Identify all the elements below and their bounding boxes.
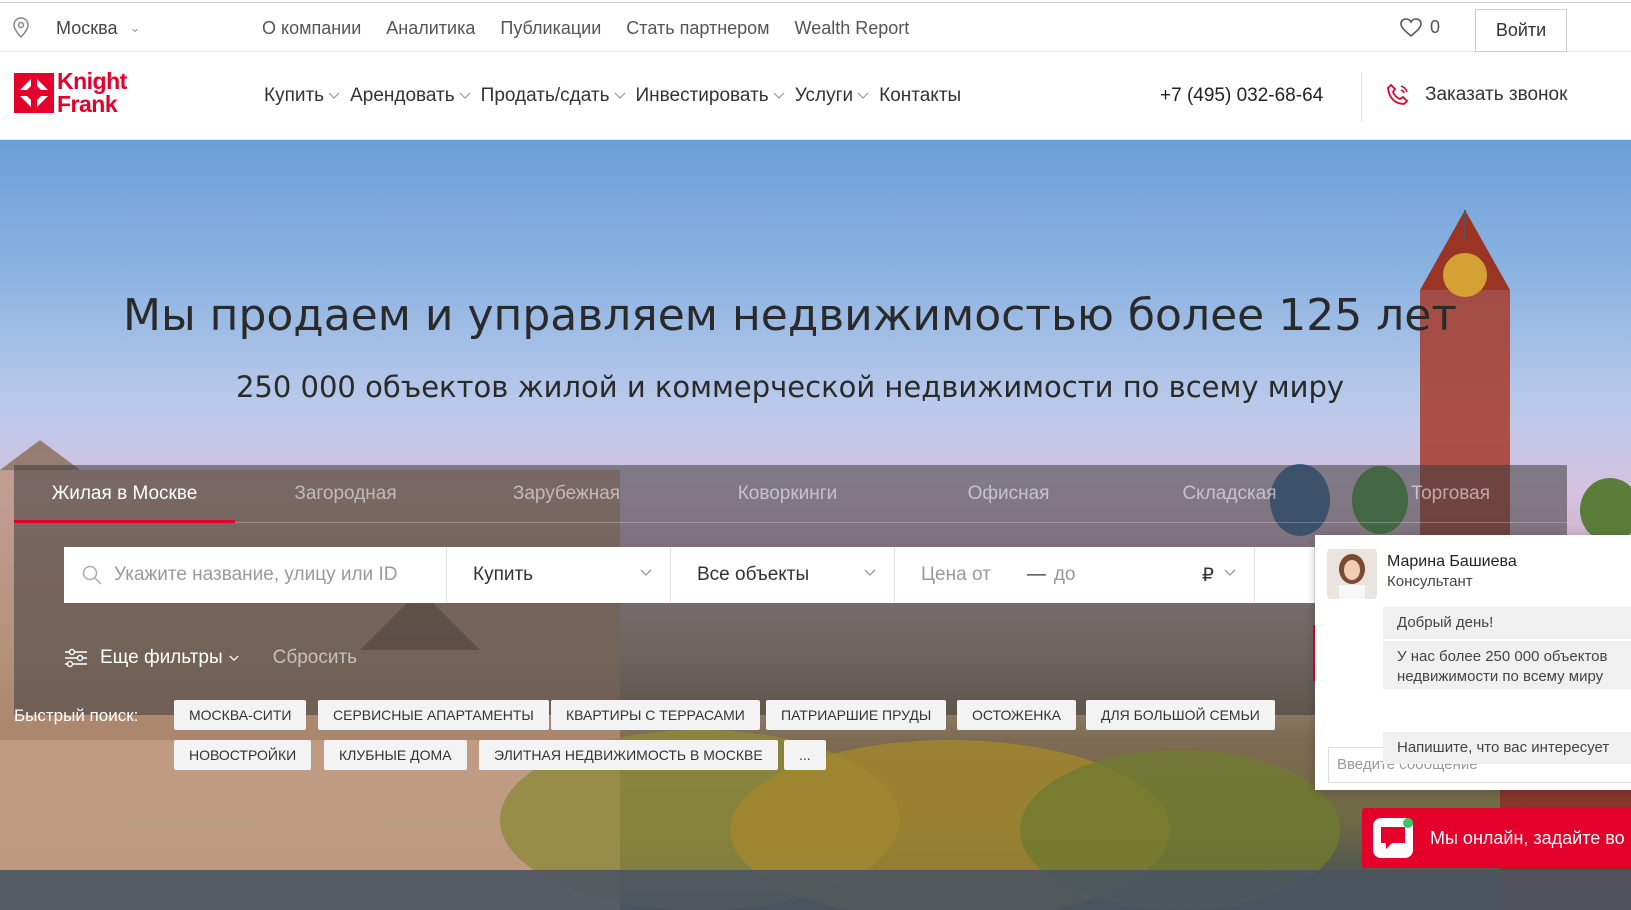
search-icon: [82, 565, 102, 585]
callback-button[interactable]: Заказать звонок: [1385, 82, 1567, 108]
main-header: Knight Frank Купить Арендовать Продать/с…: [0, 52, 1631, 140]
chip-moscow-city[interactable]: Москва-Сити: [174, 700, 307, 730]
nav-label: Арендовать: [350, 85, 455, 106]
tab-residential-moscow[interactable]: Жилая в Москве: [14, 465, 235, 523]
price-range[interactable]: Цена от — до ₽: [895, 547, 1255, 603]
filters-row: Еще фильтры Сбросить: [64, 647, 357, 669]
nav-item-contacts[interactable]: Контакты: [879, 85, 961, 107]
nav-label: Услуги: [794, 85, 854, 106]
tab-coworking[interactable]: Коворкинги: [677, 465, 898, 522]
tab-country[interactable]: Загородная: [235, 465, 456, 522]
logo-line1: Knight: [57, 68, 127, 94]
search-input[interactable]: Укажите название, улицу или ID: [64, 547, 447, 603]
chevron-down-icon: [328, 92, 340, 99]
agent-role: Консультант: [1387, 573, 1473, 590]
link-analytics[interactable]: Аналитика: [386, 18, 475, 39]
chat-online-button[interactable]: Мы онлайн, задайте во: [1362, 808, 1631, 868]
chip-patriarchs[interactable]: Патриаршие пруды: [766, 700, 947, 730]
link-publications[interactable]: Публикации: [500, 18, 601, 39]
price-from-input[interactable]: Цена от: [921, 564, 991, 586]
chevron-down-icon: [864, 569, 876, 576]
chevron-down-icon: [459, 92, 471, 99]
object-type-value: Все объекты: [697, 564, 810, 585]
divider: [1361, 72, 1362, 122]
top-links: О компании Аналитика Публикации Стать па…: [262, 18, 909, 39]
chat-message-hidden: [1383, 675, 1631, 687]
chip-terraces[interactable]: Квартиры с террасами: [551, 700, 760, 730]
currency-select[interactable]: ₽: [1202, 564, 1214, 587]
favorites[interactable]: 0: [1400, 17, 1440, 38]
knight-frank-logo[interactable]: Knight Frank: [14, 70, 127, 116]
search-tabs: Жилая в Москве Загородная Зарубежная Ков…: [14, 465, 1567, 523]
chip-club-houses[interactable]: Клубные дома: [324, 740, 467, 770]
chat-message: Добрый день!: [1383, 607, 1631, 639]
chevron-down-icon: [773, 92, 785, 99]
favorites-count: 0: [1430, 17, 1441, 37]
price-dash: —: [1026, 564, 1046, 585]
deal-type-value: Купить: [473, 564, 534, 585]
tab-warehouse[interactable]: Складская: [1119, 465, 1340, 522]
quick-search-label: Быстрый поиск:: [14, 706, 139, 725]
tab-foreign[interactable]: Зарубежная: [456, 465, 677, 522]
main-nav: Купить Арендовать Продать/сдать Инвестир…: [264, 85, 961, 107]
chat-message: Напишите, что вас интересует: [1383, 732, 1631, 764]
city-label: Москва: [56, 17, 118, 38]
price-to-input[interactable]: до: [1054, 564, 1076, 586]
chevron-down-icon: [614, 92, 625, 99]
chip-ostozhenka[interactable]: Остоженка: [957, 700, 1076, 730]
chevron-down-icon: [229, 655, 239, 661]
tab-office[interactable]: Офисная: [898, 465, 1119, 522]
reset-button[interactable]: Сбросить: [273, 647, 357, 669]
chip-new-buildings[interactable]: Новостройки: [174, 740, 312, 770]
link-about[interactable]: О компании: [262, 18, 361, 39]
nav-item-rent[interactable]: Арендовать: [350, 85, 471, 107]
hero-subtitle: 250 000 объектов жилой и коммерческой не…: [235, 370, 1345, 404]
link-wealth-report[interactable]: Wealth Report: [795, 18, 910, 39]
search-placeholder: Укажите название, улицу или ID: [114, 564, 398, 585]
extra-field[interactable]: [1255, 547, 1315, 603]
chat-bubble-icon: [1372, 817, 1414, 859]
agent-avatar: [1327, 549, 1377, 599]
logo-mark-icon: [14, 73, 54, 113]
chevron-down-icon: [1224, 569, 1236, 576]
nav-label: Продать/сдать: [480, 85, 610, 106]
chip-service-apartments[interactable]: Сервисные апартаменты: [318, 700, 549, 730]
hero-title: Мы продаем и управляем недвижимостью бол…: [122, 290, 1457, 341]
nav-label: Купить: [264, 85, 325, 106]
link-partner[interactable]: Стать партнером: [626, 18, 769, 39]
phone-icon: [1387, 83, 1409, 105]
chip-elite-moscow[interactable]: Элитная недвижимость в Москве: [479, 740, 778, 770]
chevron-down-icon: [857, 92, 869, 99]
chevron-down-icon: ⌄: [129, 20, 141, 35]
chevron-down-icon: [640, 569, 652, 576]
top-bar: Москва ⌄ О компании Аналитика Публикации…: [0, 2, 1631, 52]
location-pin-icon: [13, 17, 29, 39]
search-fields: Укажите название, улицу или ID Купить Вс…: [64, 547, 1315, 603]
object-type-select[interactable]: Все объекты: [671, 547, 895, 603]
nav-label: Инвестировать: [635, 85, 769, 106]
agent-name: Марина Башиева: [1387, 553, 1517, 570]
nav-item-buy[interactable]: Купить: [264, 85, 340, 107]
more-filters-button[interactable]: Еще фильтры: [100, 647, 223, 669]
chat-online-label: Мы онлайн, задайте во: [1430, 827, 1625, 848]
chat-message-line: У нас более 250 000 объектов: [1397, 648, 1608, 665]
filter-sliders-icon: [65, 648, 87, 668]
callback-label: Заказать звонок: [1425, 84, 1568, 105]
chip-more[interactable]: ...: [784, 740, 826, 770]
hero-section: Мы продаем и управляем недвижимостью бол…: [0, 140, 1631, 910]
chip-big-family[interactable]: Для большой семьи: [1086, 700, 1275, 730]
phone-number[interactable]: +7 (495) 032-68-64: [1160, 85, 1323, 107]
nav-label: Контакты: [879, 85, 962, 106]
nav-item-sell[interactable]: Продать/сдать: [481, 85, 626, 107]
city-selector[interactable]: Москва ⌄: [12, 17, 140, 39]
login-button[interactable]: Войти: [1475, 9, 1567, 52]
tab-retail[interactable]: Торговая: [1340, 465, 1561, 522]
logo-line2: Frank: [57, 91, 118, 117]
nav-item-services[interactable]: Услуги: [795, 85, 869, 107]
nav-item-invest[interactable]: Инвестировать: [636, 85, 785, 107]
heart-icon: [1400, 17, 1422, 37]
avatar-photo: [1327, 549, 1377, 599]
deal-type-select[interactable]: Купить: [447, 547, 671, 603]
